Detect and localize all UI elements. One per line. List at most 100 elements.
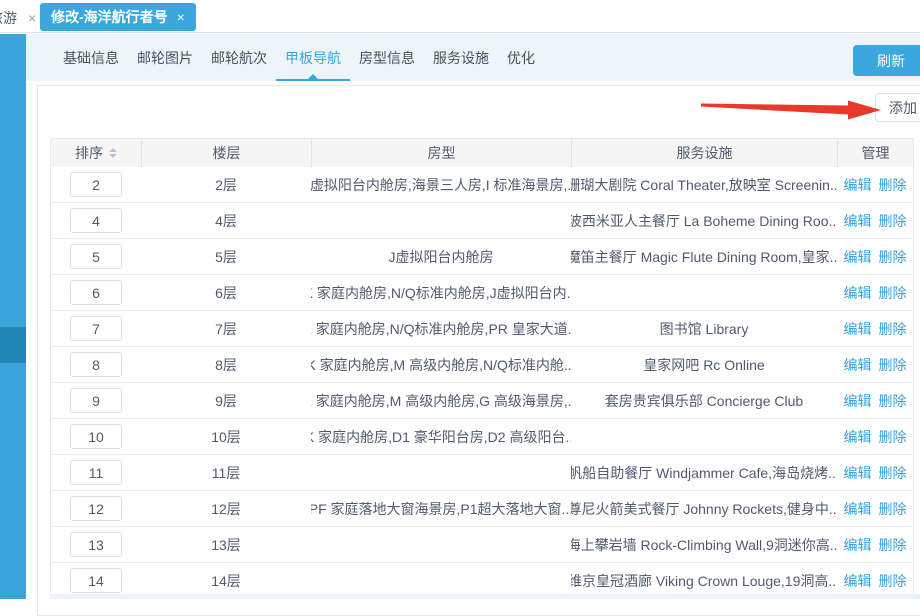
- facilities-cell: 维京皇冠酒廊 Viking Crown Louge,19洞高...: [571, 563, 837, 598]
- edit-link[interactable]: 编辑: [844, 319, 872, 339]
- delete-link[interactable]: 删除: [879, 211, 907, 231]
- floor-cell: 12层: [141, 491, 311, 526]
- tab-label: 基础信息: [63, 48, 119, 68]
- delete-link[interactable]: 删除: [879, 319, 907, 339]
- column-header-sort[interactable]: 排序: [51, 139, 141, 167]
- delete-link[interactable]: 删除: [879, 247, 907, 267]
- edit-link[interactable]: 编辑: [844, 211, 872, 231]
- room-type-cell: [311, 563, 571, 598]
- delete-link[interactable]: 删除: [879, 463, 907, 483]
- manage-cell: 编辑 删除: [837, 311, 913, 346]
- sort-input[interactable]: [70, 280, 122, 305]
- sidebar-collapsed-strip[interactable]: [0, 34, 26, 599]
- room-type-cell: K 家庭内舱房,M 高级内舱房,G 高级海景房,...: [311, 383, 571, 418]
- manage-cell: 编辑 删除: [837, 275, 913, 310]
- sort-asc-icon: [109, 148, 117, 152]
- sort-input[interactable]: [70, 568, 122, 593]
- edit-link[interactable]: 编辑: [844, 391, 872, 411]
- sort-input[interactable]: [70, 424, 122, 449]
- delete-link[interactable]: 删除: [879, 535, 907, 555]
- delete-link[interactable]: 删除: [879, 391, 907, 411]
- delete-link[interactable]: 删除: [879, 427, 907, 447]
- sort-input[interactable]: [70, 532, 122, 557]
- edit-link[interactable]: 编辑: [844, 427, 872, 447]
- tab-item[interactable]: 邮轮图片: [128, 34, 202, 81]
- close-icon[interactable]: ×: [28, 10, 36, 26]
- facilities-cell: 套房贵宾俱乐部 Concierge Club: [571, 383, 837, 418]
- edit-link[interactable]: 编辑: [844, 355, 872, 375]
- table-row: 12层 PF 家庭落地大窗海景房,P1超大落地大窗... 尊尼火箭美式餐厅 Jo…: [51, 491, 913, 527]
- sort-cell: [51, 455, 141, 490]
- window-tab-label: 修改-海洋航行者号: [51, 7, 168, 27]
- floor-cell: 7层: [141, 311, 311, 346]
- delete-link[interactable]: 删除: [879, 499, 907, 519]
- edit-link[interactable]: 编辑: [844, 535, 872, 555]
- sort-input[interactable]: [70, 316, 122, 341]
- sort-input[interactable]: [70, 388, 122, 413]
- sort-desc-icon: [109, 154, 117, 158]
- room-type-cell: J虚拟阳台内舱房,海景三人房,I 标准海景房,...: [311, 167, 571, 202]
- table-row: 10层 K 家庭内舱房,D1 豪华阳台房,D2 高级阳台... 编辑 删除: [51, 419, 913, 455]
- column-header-facilities: 服务设施: [571, 139, 837, 167]
- room-type-cell: J虚拟阳台内舱房: [311, 239, 571, 274]
- sort-input[interactable]: [70, 460, 122, 485]
- close-icon[interactable]: ×: [177, 9, 185, 25]
- sort-carets-icon[interactable]: [109, 148, 117, 158]
- tab-item[interactable]: 邮轮航次: [202, 34, 276, 81]
- sort-input[interactable]: [70, 208, 122, 233]
- tab-label: 房型信息: [359, 48, 415, 68]
- active-tab-pointer-icon: [308, 74, 318, 79]
- delete-link[interactable]: 删除: [879, 571, 907, 591]
- edit-link[interactable]: 编辑: [844, 571, 872, 591]
- edit-link[interactable]: 编辑: [844, 463, 872, 483]
- facilities-cell: 海上攀岩墙 Rock-Climbing Wall,9洞迷你高...: [571, 527, 837, 562]
- column-header-floor: 楼层: [141, 139, 311, 167]
- edit-link[interactable]: 编辑: [844, 499, 872, 519]
- table-bottom-scroll-strip[interactable]: [50, 594, 920, 599]
- room-type-cell: PF 家庭落地大窗海景房,P1超大落地大窗...: [311, 491, 571, 526]
- sort-input[interactable]: [70, 172, 122, 197]
- sort-cell: [51, 347, 141, 382]
- edit-link[interactable]: 编辑: [844, 175, 872, 195]
- facilities-cell: 帆船自助餐厅 Windjammer Cafe,海岛烧烤...: [571, 455, 837, 490]
- deck-table: 排序 楼层 房型 服务设施 管理 2层 J虚拟阳台内舱房,海景三人房,I 标准海…: [50, 138, 914, 599]
- sort-cell: [51, 167, 141, 202]
- floor-cell: 6层: [141, 275, 311, 310]
- tab-item[interactable]: 房型信息: [350, 34, 424, 81]
- floor-cell: 8层: [141, 347, 311, 382]
- sort-input[interactable]: [70, 244, 122, 269]
- column-header-manage: 管理: [837, 139, 913, 167]
- floor-cell: 9层: [141, 383, 311, 418]
- refresh-button[interactable]: 刷新: [853, 45, 920, 76]
- sort-input[interactable]: [70, 496, 122, 521]
- delete-link[interactable]: 删除: [879, 355, 907, 375]
- tab-label: 甲板导航: [285, 48, 341, 68]
- delete-link[interactable]: 删除: [879, 283, 907, 303]
- tab-item[interactable]: 甲板导航: [276, 34, 350, 81]
- sort-cell: [51, 563, 141, 598]
- edit-link[interactable]: 编辑: [844, 247, 872, 267]
- sort-cell: [51, 419, 141, 454]
- table-row: 7层 K 家庭内舱房,N/Q标准内舱房,PR 皇家大道... 图书馆 Libra…: [51, 311, 913, 347]
- floor-cell: 2层: [141, 167, 311, 202]
- manage-cell: 编辑 删除: [837, 347, 913, 382]
- manage-cell: 编辑 删除: [837, 167, 913, 202]
- edit-link[interactable]: 编辑: [844, 283, 872, 303]
- detail-tab-bar: 基础信息 邮轮图片 邮轮航次 甲板导航 房型信息 服务设施 优化: [26, 34, 920, 81]
- tab-item[interactable]: 服务设施: [424, 34, 498, 81]
- sort-cell: [51, 491, 141, 526]
- tab-item[interactable]: 优化: [498, 34, 544, 81]
- sidebar-active-item-block[interactable]: [0, 327, 26, 363]
- facilities-cell: 波西米亚人主餐厅 La Boheme Dining Roo...: [571, 203, 837, 238]
- sort-cell: [51, 203, 141, 238]
- red-annotation-arrow: [698, 93, 883, 125]
- tab-item[interactable]: 基础信息: [54, 34, 128, 81]
- tab-label: 服务设施: [433, 48, 489, 68]
- sort-input[interactable]: [70, 352, 122, 377]
- window-tab-background[interactable]: 旅游 ×: [0, 8, 36, 28]
- delete-link[interactable]: 删除: [879, 175, 907, 195]
- window-tab-active[interactable]: 修改-海洋航行者号 ×: [40, 3, 196, 31]
- sort-cell: [51, 311, 141, 346]
- floor-cell: 4层: [141, 203, 311, 238]
- table-row: 11层 帆船自助餐厅 Windjammer Cafe,海岛烧烤... 编辑 删除: [51, 455, 913, 491]
